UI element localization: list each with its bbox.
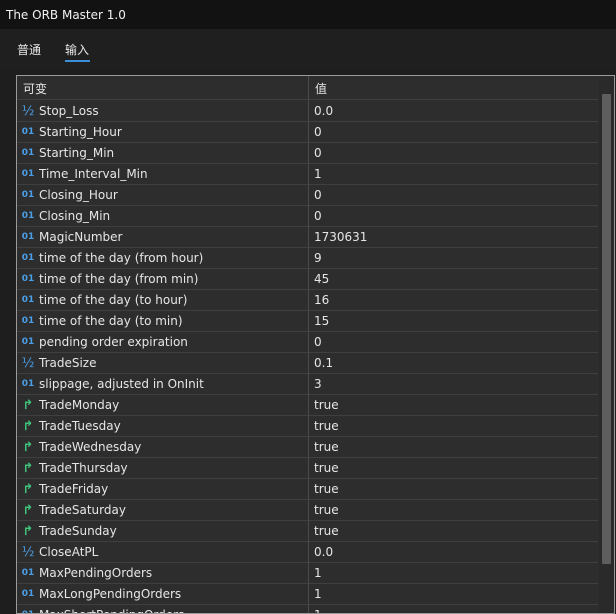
variable-value[interactable]: 1 <box>314 167 322 181</box>
variable-name: pending order expiration <box>39 335 188 349</box>
variable-name: TradeFriday <box>39 482 109 496</box>
int-type-icon: 01 <box>21 568 35 578</box>
variable-name: Closing_Hour <box>39 188 118 202</box>
variable-name: CloseAtPL <box>39 545 99 559</box>
bool-type-icon: ↱ <box>22 439 34 455</box>
window-title: The ORB Master 1.0 <box>6 7 126 22</box>
variable-value[interactable]: 3 <box>314 377 322 391</box>
variable-value[interactable]: true <box>314 419 339 433</box>
int-type-icon: 01 <box>21 232 35 242</box>
tab-inputs[interactable]: 输入 <box>65 41 89 58</box>
variable-name: Closing_Min <box>39 209 111 223</box>
double-type-icon: ½ <box>21 544 35 560</box>
bool-type-icon: ↱ <box>22 418 34 434</box>
variable-value[interactable]: 45 <box>314 272 329 286</box>
int-type-icon: 01 <box>21 337 35 347</box>
variable-value[interactable]: true <box>314 524 339 538</box>
variable-name: time of the day (from hour) <box>39 251 204 265</box>
variable-name: TradeMonday <box>39 398 120 412</box>
variable-value[interactable]: 9 <box>314 251 322 265</box>
variable-name: TradeSize <box>39 356 97 370</box>
variable-name: TradeThursday <box>39 461 128 475</box>
int-type-icon: 01 <box>21 211 35 221</box>
bool-type-icon: ↱ <box>22 397 34 413</box>
variable-name: Starting_Hour <box>39 125 122 139</box>
tab-common[interactable]: 普通 <box>17 41 41 58</box>
int-type-icon: 01 <box>21 253 35 263</box>
variable-value[interactable]: 0.1 <box>314 356 333 370</box>
int-type-icon: 01 <box>21 379 35 389</box>
variable-name: MagicNumber <box>39 230 123 244</box>
header-variable[interactable]: 可变 <box>23 80 47 97</box>
variable-value[interactable]: 0 <box>314 335 322 349</box>
variable-name: Stop_Loss <box>39 104 99 118</box>
double-type-icon: ½ <box>21 355 35 371</box>
int-type-icon: 01 <box>21 127 35 137</box>
variable-value[interactable]: 1 <box>314 608 322 613</box>
variable-value[interactable]: 0 <box>314 146 322 160</box>
variable-value[interactable]: 15 <box>314 314 329 328</box>
active-tab-indicator <box>65 60 90 62</box>
column-separator[interactable] <box>308 76 309 613</box>
variable-value[interactable]: 1 <box>314 566 322 580</box>
double-type-icon: ½ <box>21 103 35 119</box>
variable-name: TradeWednesday <box>39 440 142 454</box>
variable-name: TradeTuesday <box>39 419 121 433</box>
variable-value[interactable]: true <box>314 482 339 496</box>
int-type-icon: 01 <box>20 608 36 613</box>
scrollbar-thumb[interactable] <box>602 94 611 564</box>
variable-value[interactable]: 1730631 <box>314 230 367 244</box>
variable-value[interactable]: true <box>314 461 339 475</box>
variable-name: Starting_Min <box>39 146 115 160</box>
variable-value[interactable]: 16 <box>314 293 329 307</box>
variable-name: time of the day (to min) <box>39 314 183 328</box>
variable-name: TradeSunday <box>39 524 117 538</box>
variable-value[interactable]: 0.0 <box>314 545 333 559</box>
int-type-icon: 01 <box>21 316 35 326</box>
variable-name: MaxLongPendingOrders <box>39 587 182 601</box>
vertical-scrollbar[interactable] <box>599 76 614 613</box>
variable-value[interactable]: 0 <box>314 209 322 223</box>
bool-type-icon: ↱ <box>22 460 34 476</box>
int-type-icon: 01 <box>21 274 35 284</box>
variable-name: Time_Interval_Min <box>39 167 148 181</box>
variable-name: MaxShortPendingOrders <box>39 608 184 613</box>
variable-value[interactable]: 0 <box>314 188 322 202</box>
variable-value[interactable]: 0 <box>314 125 322 139</box>
variable-name: time of the day (to hour) <box>39 293 188 307</box>
variable-name: time of the day (from min) <box>39 272 199 286</box>
variable-value[interactable]: true <box>314 398 339 412</box>
tab-bar: 普通 输入 <box>0 29 616 69</box>
variable-value[interactable]: true <box>314 440 339 454</box>
int-type-icon: 01 <box>21 169 35 179</box>
variable-name: TradeSaturday <box>39 503 126 517</box>
title-bar: The ORB Master 1.0 <box>0 0 616 29</box>
bool-type-icon: ↱ <box>22 481 34 497</box>
variable-name: MaxPendingOrders <box>39 566 153 580</box>
bool-type-icon: ↱ <box>22 502 34 518</box>
int-type-icon: 01 <box>21 190 35 200</box>
variable-name: slippage, adjusted in OnInit <box>39 377 204 391</box>
inputs-grid: 可变 值 ½ Stop_Loss 0.0 01 Starting_Hour 0 01 Star… <box>16 75 615 614</box>
bool-type-icon: ↱ <box>22 523 34 539</box>
variable-value[interactable]: 0.0 <box>314 104 333 118</box>
int-type-icon: 01 <box>21 589 35 599</box>
variable-value[interactable]: true <box>314 503 339 517</box>
variable-value[interactable]: 1 <box>314 587 322 601</box>
int-type-icon: 01 <box>21 148 35 158</box>
int-type-icon: 01 <box>21 295 35 305</box>
header-value[interactable]: 值 <box>315 80 327 97</box>
